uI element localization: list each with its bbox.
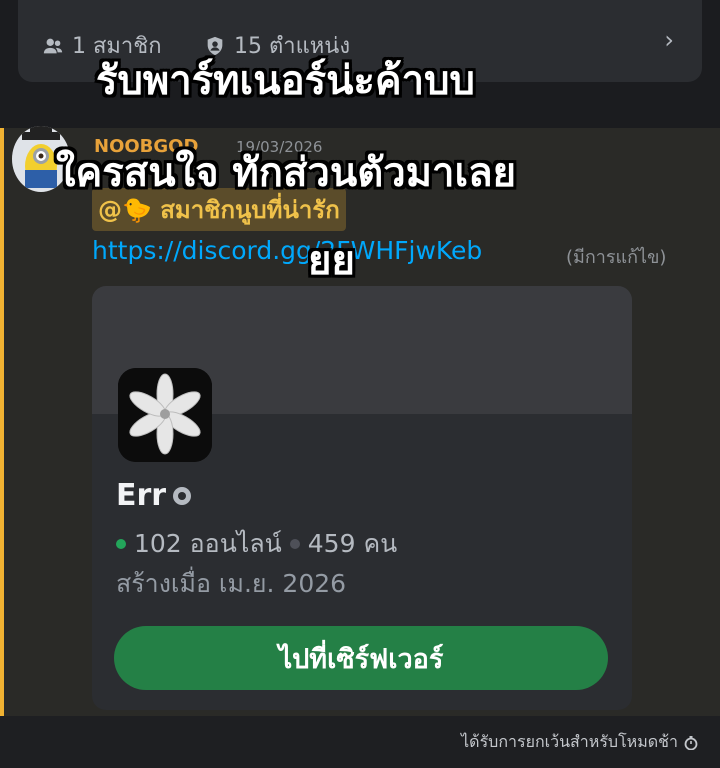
lily-flower-icon: [118, 368, 212, 462]
caption-line-3: ยย: [308, 238, 355, 284]
chevron-right-icon[interactable]: ›: [664, 26, 674, 54]
online-count: 102 ออนไลน์: [134, 529, 282, 558]
slowmode-text: ได้รับการยกเว้นสำหรับโหมดช้า: [461, 732, 678, 751]
server-icon: [118, 368, 212, 462]
caption-line-2: ใครสนใจ ทักส่วนตัวมาเลย: [56, 150, 517, 196]
people-icon: [43, 38, 63, 53]
edited-tag: (มีการแก้ไข): [566, 247, 667, 268]
server-invite-card: Err 102 ออนไลน์ 459 คน สร้างเมื่อ เม.ย. …: [92, 286, 632, 710]
go-to-server-button[interactable]: ไปที่เซิร์ฟเวอร์: [114, 626, 608, 690]
members-dot-icon: [289, 539, 300, 549]
caption-line-1: รับพาร์ทเนอร์น่ะค้าบบ: [96, 58, 475, 104]
member-count: 459 คน: [307, 529, 398, 558]
mention-highlight-bar: [0, 128, 4, 716]
server-name-text: Err: [116, 478, 167, 513]
stopwatch-icon: [684, 735, 698, 750]
online-dot-icon: [116, 539, 126, 549]
created-date: สร้างเมื่อ เม.ย. 2026: [116, 569, 347, 598]
slowmode-status: ได้รับการยกเว้นสำหรับโหมดช้า: [461, 730, 698, 755]
server-name: Err: [116, 478, 192, 513]
invite-link[interactable]: https://discord.gg/2FWHFjwKeb: [92, 236, 482, 265]
server-counts: 102 ออนไลน์ 459 คน: [116, 524, 397, 564]
verified-gear-icon: [173, 486, 192, 505]
